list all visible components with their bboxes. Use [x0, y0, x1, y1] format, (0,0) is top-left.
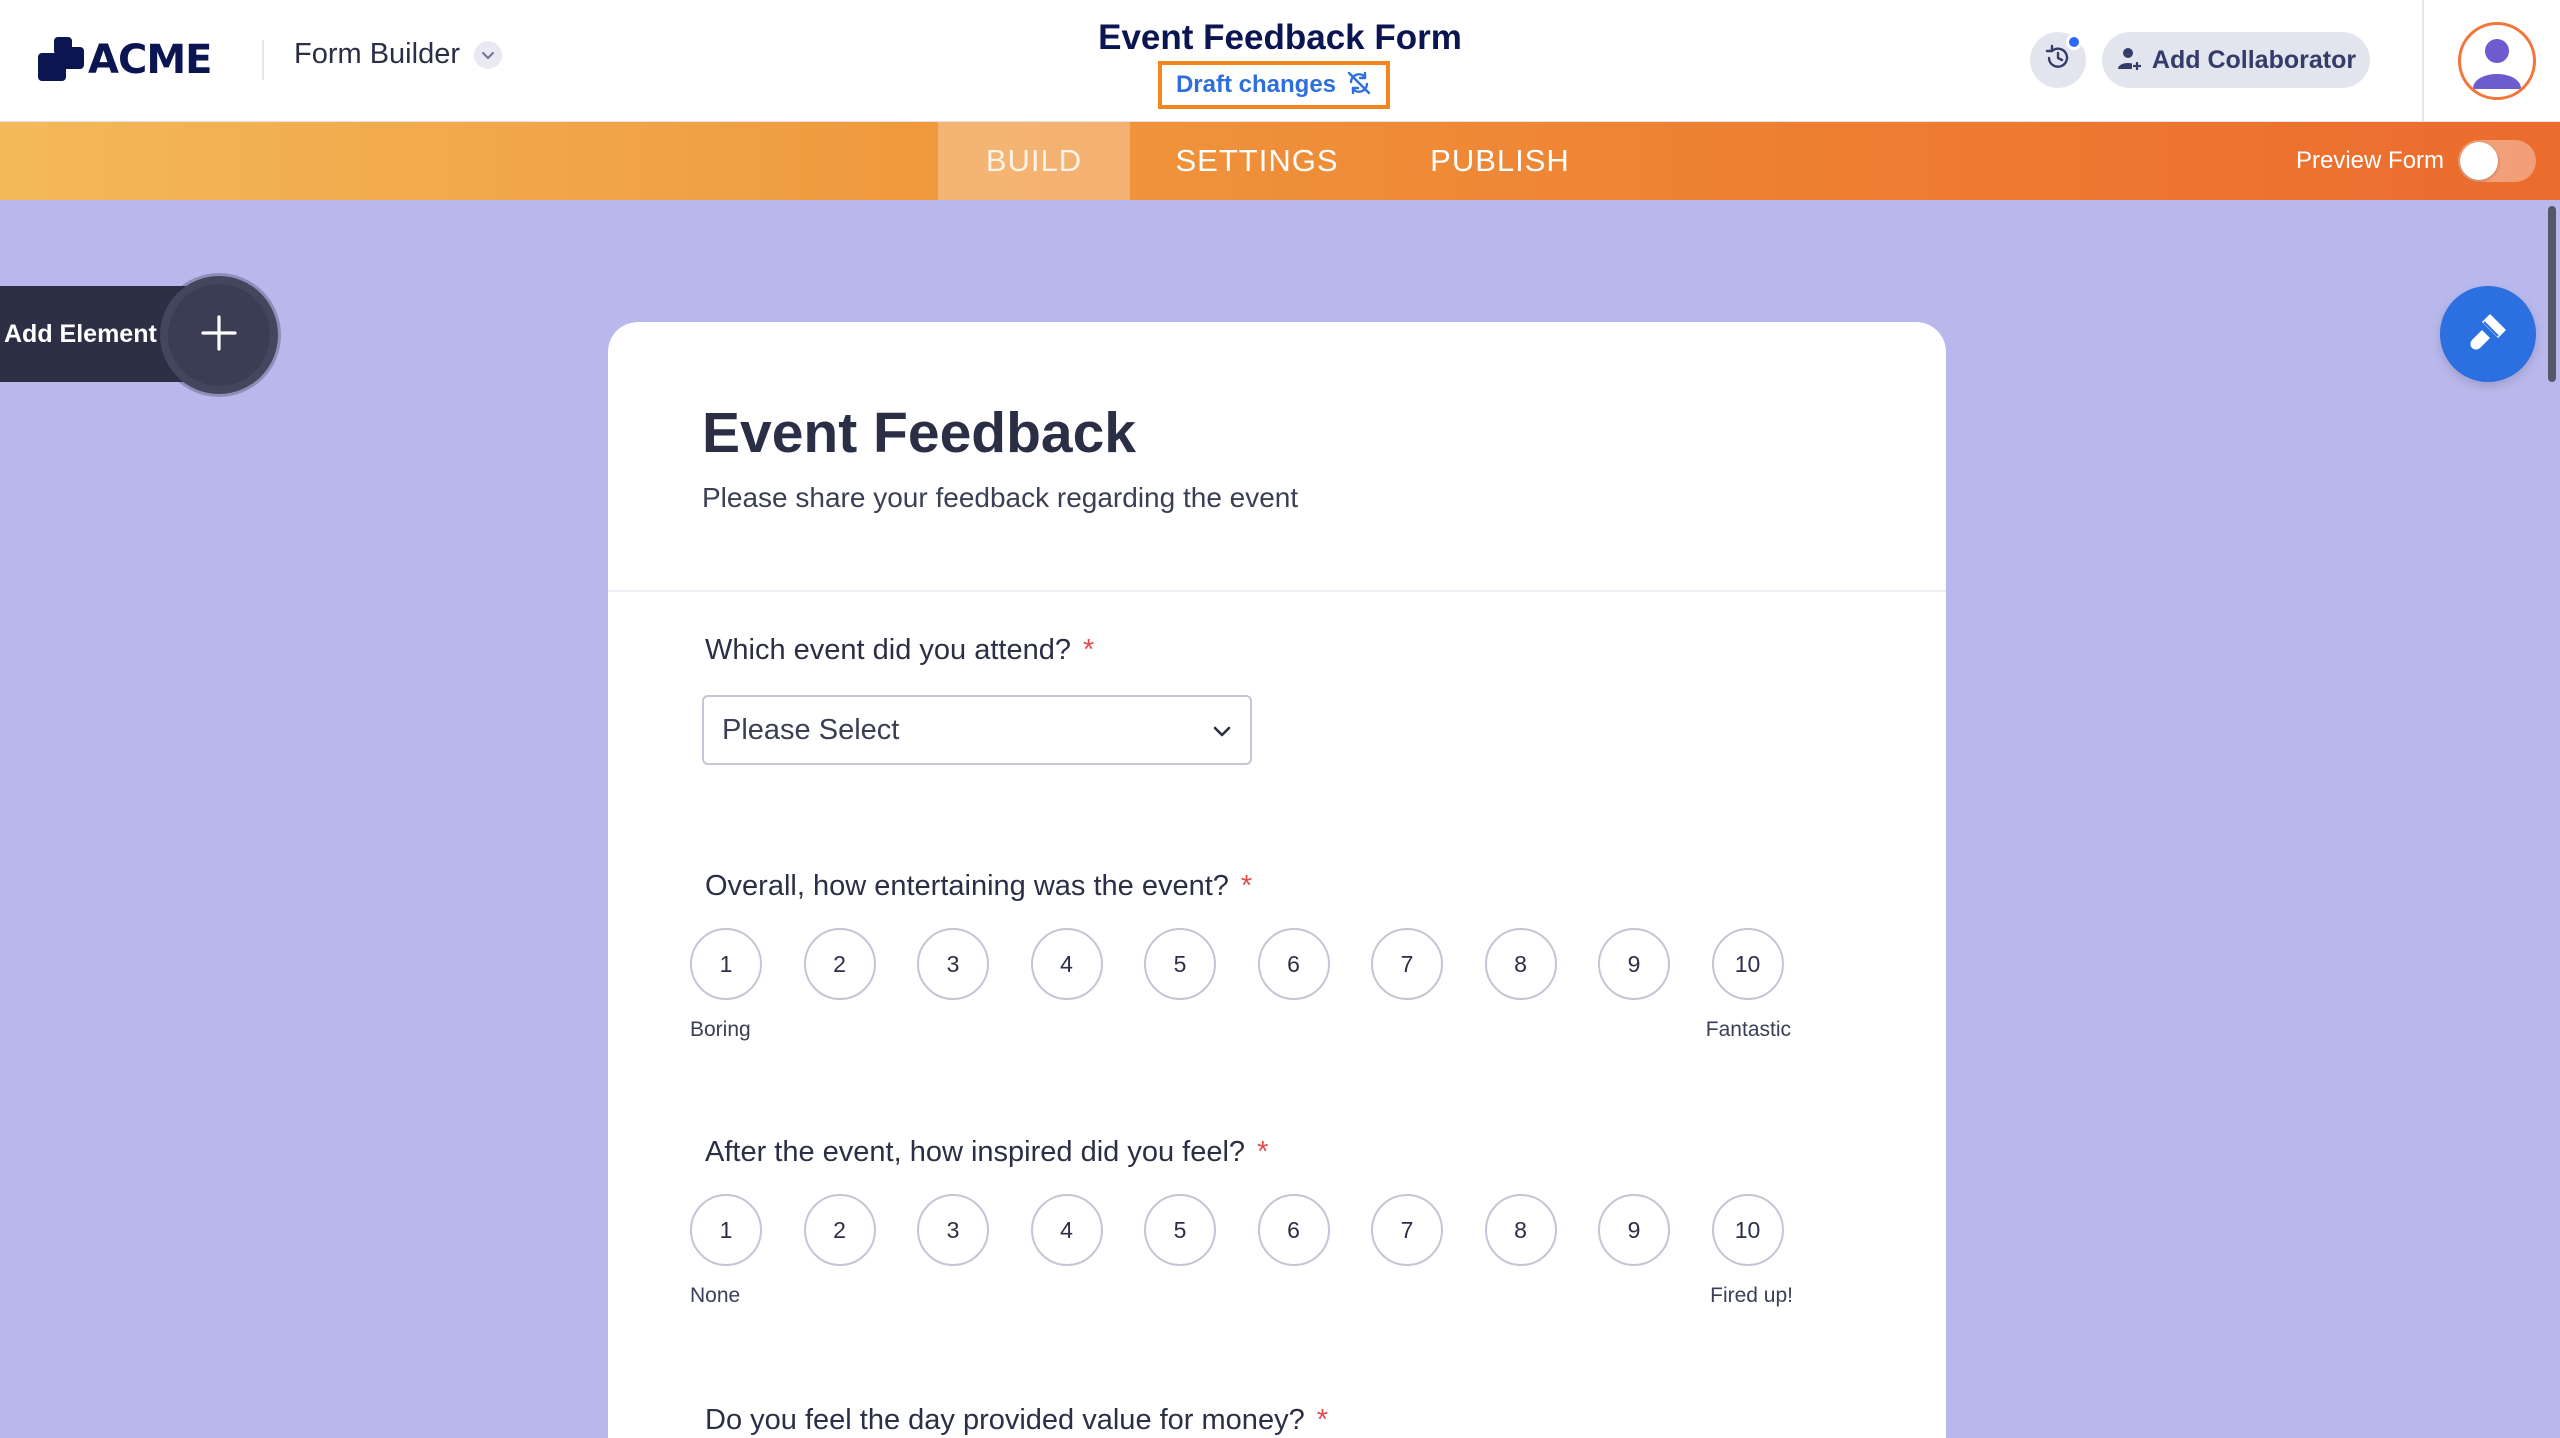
- form-heading[interactable]: Event Feedback: [702, 400, 1136, 466]
- required-asterisk: *: [1240, 870, 1253, 902]
- inspired-scale: 1 2 3 4 5 6 7 8 9 10: [690, 1194, 1802, 1266]
- builder-tab-bar: BUILD SETTINGS PUBLISH Preview Form: [0, 122, 2560, 200]
- paint-roller-icon: [2464, 308, 2512, 361]
- scale-option[interactable]: 2: [803, 928, 876, 1000]
- top-header: ACME Form Builder Event Feedback Form Dr…: [0, 0, 2560, 122]
- question-text: After the event, how inspired did you fe…: [705, 1136, 1246, 1168]
- tab-build[interactable]: BUILD: [938, 122, 1130, 200]
- chevron-down-icon: [1210, 719, 1234, 748]
- scale-option[interactable]: 4: [1030, 1194, 1103, 1266]
- add-element-plus-button[interactable]: [160, 276, 278, 394]
- scale-option[interactable]: 8: [1484, 928, 1557, 1000]
- scale-max-label: Fantastic: [1705, 1018, 1791, 1041]
- form-card: Event Feedback Please share your feedbac…: [608, 322, 1946, 1438]
- question-event-label[interactable]: Which event did you attend? *: [705, 634, 1094, 667]
- scale-min-label: Boring: [690, 1018, 751, 1041]
- acme-logo[interactable]: ACME: [38, 30, 212, 90]
- add-collaborator-button[interactable]: Add Collaborator: [2102, 32, 2370, 88]
- entertaining-scale: 1 2 3 4 5 6 7 8 9 10: [690, 928, 1802, 1000]
- required-asterisk: *: [1316, 1404, 1328, 1436]
- add-element-label: Add Element: [4, 319, 157, 348]
- scale-option[interactable]: 3: [917, 928, 989, 1000]
- preview-form-label: Preview Form: [2296, 147, 2445, 174]
- scale-option[interactable]: 2: [803, 1194, 876, 1266]
- preview-form-control: Preview Form: [2296, 136, 2537, 186]
- acme-logo-icon: [38, 37, 84, 83]
- scale-option[interactable]: 5: [1144, 1194, 1216, 1266]
- select-placeholder: Please Select: [722, 713, 900, 746]
- draft-changes-button[interactable]: Draft changes: [1158, 61, 1390, 109]
- scale-option[interactable]: 9: [1598, 928, 1670, 1000]
- plus-icon: [199, 313, 239, 358]
- scale-option[interactable]: 9: [1598, 1194, 1670, 1266]
- scale-option[interactable]: 7: [1371, 928, 1443, 1000]
- brand-name: ACME: [88, 37, 212, 83]
- app-name: Form Builder: [294, 38, 460, 70]
- tab-publish[interactable]: PUBLISH: [1390, 122, 1610, 200]
- question-inspired-label[interactable]: After the event, how inspired did you fe…: [705, 1136, 1268, 1169]
- scale-option[interactable]: 8: [1484, 1194, 1557, 1266]
- form-designer-button[interactable]: [2440, 286, 2536, 382]
- avatar[interactable]: [2458, 22, 2536, 100]
- tab-settings[interactable]: SETTINGS: [1150, 122, 1364, 200]
- scale-max-label: Fired up!: [1710, 1284, 1793, 1307]
- question-value-label[interactable]: Do you feel the day provided value for m…: [705, 1404, 1328, 1437]
- scale-option[interactable]: 7: [1371, 1194, 1443, 1266]
- question-entertaining-label[interactable]: Overall, how entertaining was the event?…: [705, 870, 1252, 903]
- add-user-icon: [2116, 45, 2142, 76]
- scale-min-label: None: [690, 1284, 741, 1307]
- required-asterisk: *: [1082, 634, 1095, 666]
- scale-option[interactable]: 6: [1257, 928, 1330, 1000]
- event-select[interactable]: Please Select: [702, 695, 1252, 765]
- scale-option[interactable]: 6: [1257, 1194, 1330, 1266]
- question-text: Do you feel the day provided value for m…: [705, 1404, 1305, 1436]
- history-button[interactable]: [2030, 32, 2086, 88]
- question-text: Which event did you attend?: [705, 634, 1071, 666]
- scale-option[interactable]: 1: [690, 928, 762, 1000]
- form-title[interactable]: Event Feedback Form: [1098, 18, 1462, 57]
- required-asterisk: *: [1257, 1136, 1269, 1168]
- scale-option[interactable]: 1: [690, 1194, 762, 1266]
- draft-changes-label: Draft changes: [1175, 71, 1337, 98]
- form-subheading[interactable]: Please share your feedback regarding the…: [702, 482, 1298, 514]
- scale-option[interactable]: 10: [1711, 928, 1784, 1000]
- scale-option[interactable]: 5: [1144, 928, 1216, 1000]
- question-text: Overall, how entertaining was the event?: [705, 870, 1229, 902]
- scale-option[interactable]: 4: [1030, 928, 1103, 1000]
- scale-option[interactable]: 10: [1711, 1194, 1784, 1266]
- page-scrollbar[interactable]: [2544, 200, 2560, 1438]
- header-divider-right: [2422, 0, 2424, 122]
- form-header-section[interactable]: Event Feedback Please share your feedbac…: [608, 322, 1946, 592]
- app-switcher[interactable]: Form Builder: [294, 38, 502, 71]
- sync-off-icon: [1346, 70, 1372, 101]
- chevron-down-icon: [474, 40, 502, 69]
- add-collaborator-label: Add Collaborator: [2151, 45, 2357, 74]
- preview-form-toggle[interactable]: [2458, 140, 2537, 182]
- toggle-knob: [2460, 142, 2499, 180]
- user-avatar-icon: [2473, 39, 2521, 89]
- scale-option[interactable]: 3: [917, 1194, 989, 1266]
- scrollbar-thumb[interactable]: [2548, 206, 2556, 382]
- notification-dot: [2066, 34, 2082, 50]
- header-divider: [262, 40, 264, 80]
